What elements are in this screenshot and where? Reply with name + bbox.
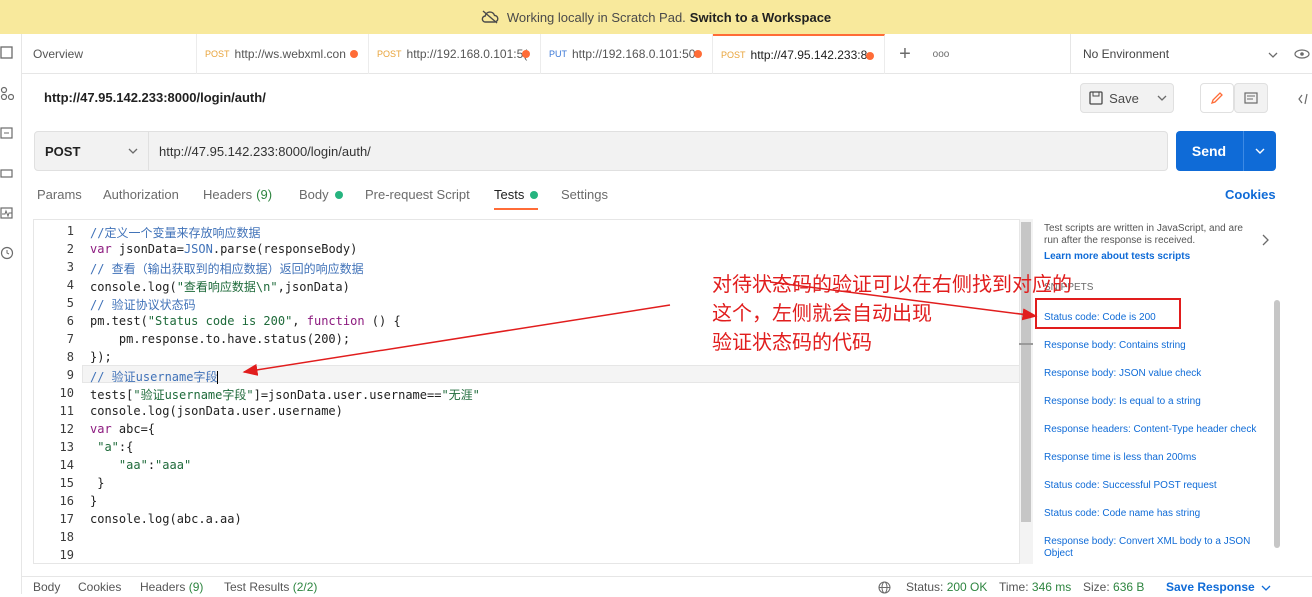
response-time: Time: 346 ms [999,580,1071,594]
save-response-label: Save Response [1166,580,1255,594]
size-label: Size: [1083,580,1110,594]
time-label: Time: [999,580,1029,594]
response-size: Size: 636 B [1083,580,1144,594]
time-value: 346 ms [1031,580,1072,594]
response-tab-test-results[interactable]: Test Results (2/2) [224,580,317,594]
test-results-count: (2/2) [292,580,318,594]
headers-count: (9) [188,580,204,594]
annotation-arrows [242,281,1038,376]
save-response-button[interactable]: Save Response [1166,580,1271,594]
tab-label: Test Results [224,580,290,594]
response-tab-headers[interactable]: Headers (9) [140,580,203,594]
chevron-down-icon [1261,585,1271,591]
size-value: 636 B [1113,580,1145,594]
status-label: Status: [906,580,944,594]
response-tab-cookies[interactable]: Cookies [78,580,121,594]
response-status: Status: 200 OK [906,580,987,594]
tab-label: Headers [140,580,186,594]
status-value: 200 OK [946,580,988,594]
response-tab-body[interactable]: Body [33,580,60,594]
globe-icon[interactable] [878,581,891,597]
